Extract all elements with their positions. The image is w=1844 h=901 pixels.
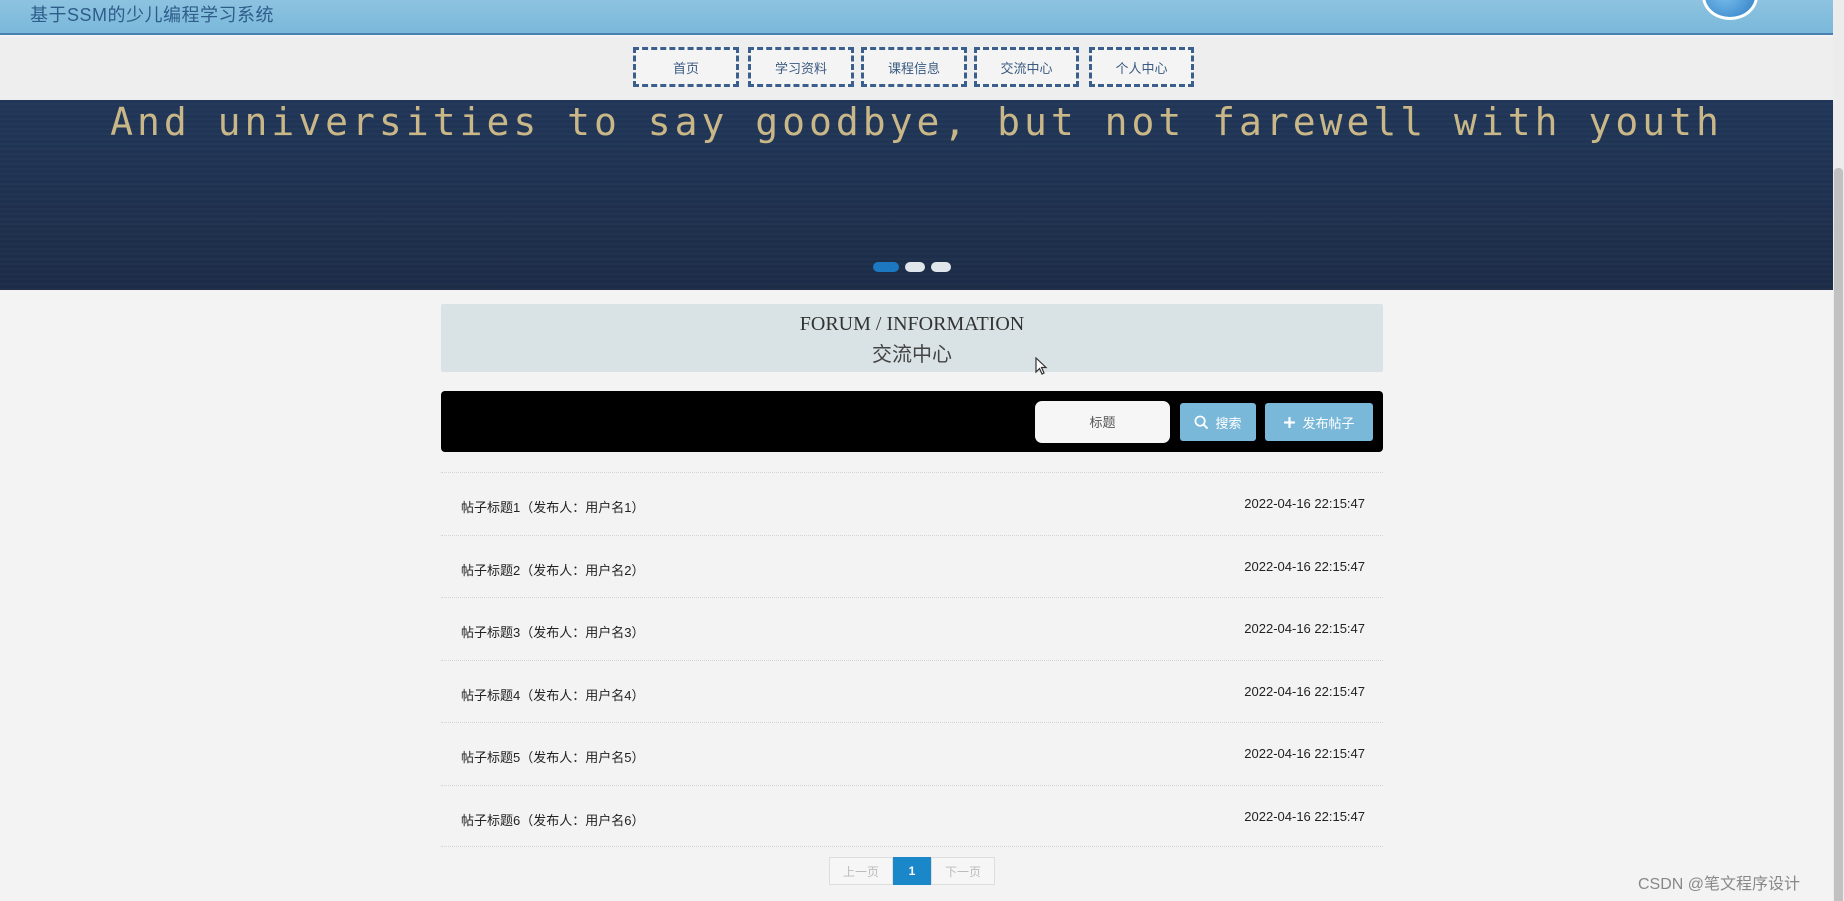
top-header: 基于SSM的少儿编程学习系统 xyxy=(0,0,1833,35)
user-avatar[interactable] xyxy=(1702,0,1758,20)
search-button-label: 搜索 xyxy=(1215,415,1242,431)
search-toolbar: 搜索 发布帖子 xyxy=(441,391,1383,452)
carousel-indicators xyxy=(873,262,951,272)
post-title: 帖子标题3（发布人：用户名3） xyxy=(461,625,645,640)
post-date: 2022-04-16 22:15:47 xyxy=(1244,621,1365,636)
section-title-en: FORUM / INFORMATION xyxy=(799,313,1025,335)
prev-page-button[interactable]: 上一页 xyxy=(829,857,893,885)
post-title: 帖子标题4（发布人：用户名4） xyxy=(461,687,645,703)
list-item[interactable]: 帖子标题2（发布人：用户名2） 2022-04-16 22:15:47 xyxy=(441,534,1383,598)
list-item[interactable]: 帖子标题4（发布人：用户名4） 2022-04-16 22:15:47 xyxy=(441,659,1383,723)
post-date: 2022-04-16 22:15:47 xyxy=(1244,808,1365,824)
mouse-cursor-icon xyxy=(1035,357,1048,375)
list-item[interactable]: 帖子标题3（发布人：用户名3） 2022-04-16 22:15:47 xyxy=(441,597,1383,660)
page-scrollbar[interactable] xyxy=(1833,0,1844,901)
list-item[interactable]: 帖子标题6（发布人：用户名6） 2022-04-16 22:15:47 xyxy=(441,784,1383,847)
post-list: 帖子标题1（发布人：用户名1） 2022-04-16 22:15:47 帖子标题… xyxy=(441,472,1383,847)
next-page-button[interactable]: 下一页 xyxy=(931,857,995,885)
plus-icon xyxy=(1284,416,1296,428)
post-title: 帖子标题5（发布人：用户名5） xyxy=(461,750,645,765)
nav-item-home[interactable]: 首页 xyxy=(633,47,739,87)
main-nav: 首页 学习资料 课程信息 交流中心 个人中心 xyxy=(0,37,1833,100)
carousel-dot-2[interactable] xyxy=(905,262,925,272)
banner-slogan: And universities to say goodbye, but not… xyxy=(110,100,1723,144)
pagination: 上一页 1 下一页 xyxy=(829,857,995,885)
nav-item-study-materials[interactable]: 学习资料 xyxy=(748,47,854,87)
list-item[interactable]: 帖子标题1（发布人：用户名1） 2022-04-16 22:15:47 xyxy=(441,472,1383,535)
post-title: 帖子标题1（发布人：用户名1） xyxy=(461,500,645,515)
post-title: 帖子标题6（发布人：用户名6） xyxy=(461,812,645,828)
post-date: 2022-04-16 22:15:47 xyxy=(1244,746,1365,761)
section-title-cn: 交流中心 xyxy=(872,344,952,366)
section-header: FORUM / INFORMATION 交流中心 xyxy=(441,304,1383,372)
nav-item-forum[interactable]: 交流中心 xyxy=(974,47,1079,87)
scrollbar-thumb[interactable] xyxy=(1834,168,1843,901)
banner-carousel: And universities to say goodbye, but not… xyxy=(0,100,1833,290)
post-date: 2022-04-16 22:15:47 xyxy=(1244,558,1365,574)
post-date: 2022-04-16 22:15:47 xyxy=(1244,683,1365,699)
create-post-button[interactable]: 发布帖子 xyxy=(1265,403,1373,441)
post-title: 帖子标题2（发布人：用户名2） xyxy=(461,562,645,578)
list-item[interactable]: 帖子标题5（发布人：用户名5） 2022-04-16 22:15:47 xyxy=(441,722,1383,785)
create-post-button-label: 发布帖子 xyxy=(1302,415,1355,431)
carousel-dot-1[interactable] xyxy=(873,262,899,272)
carousel-dot-3[interactable] xyxy=(931,262,951,272)
nav-item-course-info[interactable]: 课程信息 xyxy=(861,47,967,87)
watermark: CSDN @笔文程序设计 xyxy=(1638,876,1801,893)
search-button[interactable]: 搜索 xyxy=(1180,403,1256,441)
page-1-button[interactable]: 1 xyxy=(893,857,931,885)
site-title: 基于SSM的少儿编程学习系统 xyxy=(30,5,275,25)
post-date: 2022-04-16 22:15:47 xyxy=(1244,496,1365,511)
title-search-input[interactable] xyxy=(1035,401,1170,443)
search-icon xyxy=(1195,415,1209,429)
nav-item-personal-center[interactable]: 个人中心 xyxy=(1089,47,1194,87)
